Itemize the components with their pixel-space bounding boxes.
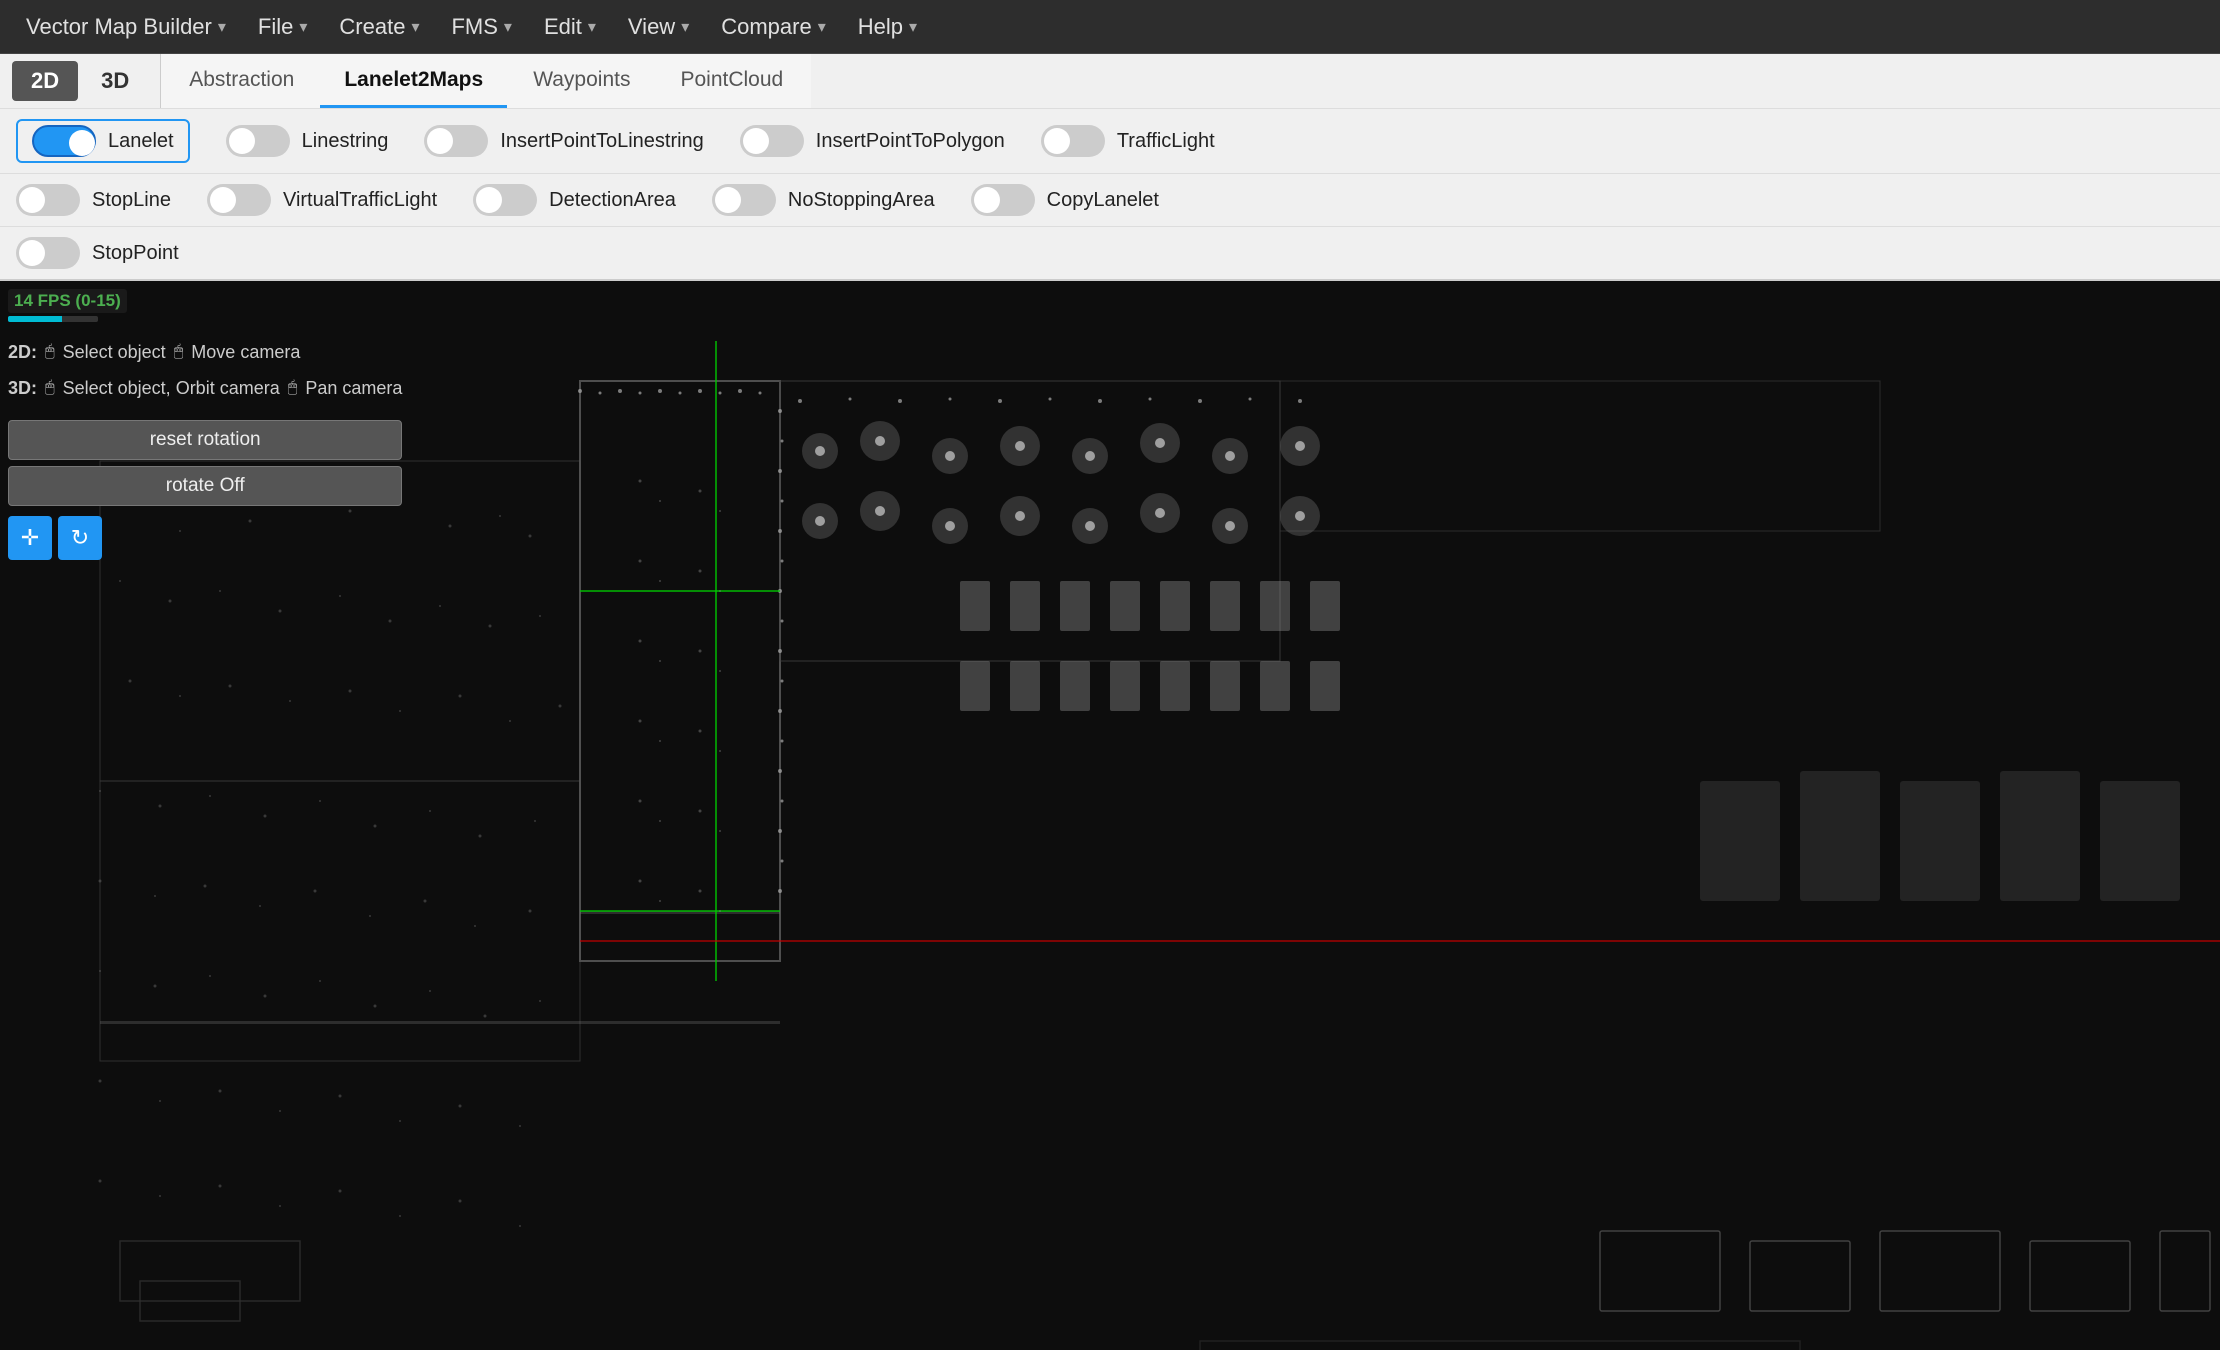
chevron-down-icon: ▾ bbox=[218, 17, 226, 37]
chevron-down-icon: ▾ bbox=[818, 17, 826, 37]
tab-abstraction[interactable]: Abstraction bbox=[165, 54, 318, 108]
menu-label-create: Create bbox=[339, 14, 405, 40]
tool-lanelet-label: Lanelet bbox=[108, 130, 174, 153]
menu-label-help: Help bbox=[858, 14, 903, 40]
menu-label-view: View bbox=[628, 14, 675, 40]
mouse-right-icon: 🖱 bbox=[174, 336, 184, 368]
menu-compare[interactable]: Compare ▾ bbox=[707, 8, 840, 46]
help-3d-right: Pan camera bbox=[305, 370, 402, 406]
tool-copy-lanelet-label: CopyLanelet bbox=[1047, 189, 1159, 212]
chevron-down-icon: ▾ bbox=[504, 17, 512, 37]
chevron-down-icon: ▾ bbox=[909, 17, 917, 37]
tool-stoppoint[interactable]: StopPoint bbox=[16, 237, 179, 269]
chevron-down-icon: ▾ bbox=[411, 17, 419, 37]
tool-stopline-label: StopLine bbox=[92, 189, 171, 212]
tool-stopline[interactable]: StopLine bbox=[16, 184, 171, 216]
tool-copy-lanelet[interactable]: CopyLanelet bbox=[971, 184, 1159, 216]
toggle-insert-point-polygon[interactable] bbox=[740, 125, 804, 157]
tools-row3: StopPoint bbox=[0, 227, 2220, 279]
help-3d-label: 3D: bbox=[8, 370, 37, 406]
icon-buttons-row: ✛ ↻ bbox=[8, 516, 402, 560]
crosshair-icon: ✛ bbox=[21, 525, 39, 551]
tool-no-stopping-area-label: NoStoppingArea bbox=[788, 189, 935, 212]
view-3d-button[interactable]: 3D bbox=[82, 61, 148, 101]
toggle-stopline[interactable] bbox=[16, 184, 80, 216]
tools-row2: StopLine VirtualTrafficLight Detec bbox=[0, 174, 2220, 227]
tool-traffic-light[interactable]: TrafficLight bbox=[1041, 125, 1215, 157]
toggle-linestring[interactable] bbox=[226, 125, 290, 157]
menu-label-edit: Edit bbox=[544, 14, 582, 40]
chevron-down-icon: ▾ bbox=[588, 17, 596, 37]
menu-edit[interactable]: Edit ▾ bbox=[530, 8, 610, 46]
mouse-left-icon: 🖱 bbox=[45, 336, 55, 368]
tool-detection-area[interactable]: DetectionArea bbox=[473, 184, 676, 216]
menu-help[interactable]: Help ▾ bbox=[844, 8, 931, 46]
help-3d-left: Select object, Orbit camera bbox=[63, 370, 280, 406]
tool-traffic-light-label: TrafficLight bbox=[1117, 130, 1215, 153]
menu-vector-map-builder[interactable]: Vector Map Builder ▾ bbox=[12, 8, 240, 46]
left-controls-overlay: 14 FPS (0-15) 2D: 🖱 Select object 🖱 Move… bbox=[8, 289, 402, 560]
tool-insert-point-polygon-label: InsertPointToPolygon bbox=[816, 130, 1005, 153]
tab-lanelet2maps[interactable]: Lanelet2Maps bbox=[320, 54, 507, 108]
chevron-down-icon: ▾ bbox=[299, 17, 307, 37]
mouse-right-icon-2: 🖱 bbox=[288, 372, 298, 404]
menu-view[interactable]: View ▾ bbox=[614, 8, 703, 46]
mouse-left-icon-2: 🖱 bbox=[45, 372, 55, 404]
tools-row1: Lanelet Linestring InsertPointToLi bbox=[0, 109, 2220, 174]
view-buttons: 2D 3D bbox=[0, 54, 161, 108]
help-2d-right: Move camera bbox=[191, 334, 300, 370]
tool-stoppoint-label: StopPoint bbox=[92, 242, 179, 265]
tool-insert-point-linestring-label: InsertPointToLinestring bbox=[500, 130, 703, 153]
help-row-2d: 2D: 🖱 Select object 🖱 Move camera bbox=[8, 334, 402, 370]
fps-indicator: 14 FPS (0-15) bbox=[8, 289, 402, 322]
toggle-traffic-light[interactable] bbox=[1041, 125, 1105, 157]
view-2d-button[interactable]: 2D bbox=[12, 61, 78, 101]
menu-label-fms: FMS bbox=[451, 14, 497, 40]
toggle-virtual-traffic-light[interactable] bbox=[207, 184, 271, 216]
tool-virtual-traffic-light[interactable]: VirtualTrafficLight bbox=[207, 184, 437, 216]
help-overlay: 2D: 🖱 Select object 🖱 Move camera 3D: 🖱 … bbox=[8, 334, 402, 406]
menu-file[interactable]: File ▾ bbox=[244, 8, 321, 46]
tool-linestring[interactable]: Linestring bbox=[226, 125, 389, 157]
move-icon-button[interactable]: ✛ bbox=[8, 516, 52, 560]
fps-bar-fill bbox=[8, 316, 62, 322]
menu-label-vmb: Vector Map Builder bbox=[26, 14, 212, 40]
help-row-3d: 3D: 🖱 Select object, Orbit camera 🖱 Pan … bbox=[8, 370, 402, 406]
rotate-icon-button[interactable]: ↻ bbox=[58, 516, 102, 560]
toggle-no-stopping-area[interactable] bbox=[712, 184, 776, 216]
tool-lanelet[interactable]: Lanelet bbox=[16, 119, 190, 163]
tab-bar: Abstraction Lanelet2Maps Waypoints Point… bbox=[161, 54, 811, 108]
menu-create[interactable]: Create ▾ bbox=[325, 8, 433, 46]
toggle-stoppoint[interactable] bbox=[16, 237, 80, 269]
panel-row1: 2D 3D Abstraction Lanelet2Maps Waypoints bbox=[0, 54, 2220, 109]
toggle-detection-area[interactable] bbox=[473, 184, 537, 216]
refresh-icon: ↻ bbox=[71, 525, 89, 551]
tool-linestring-label: Linestring bbox=[302, 130, 389, 153]
tool-insert-point-linestring[interactable]: InsertPointToLinestring bbox=[424, 125, 703, 157]
rotate-off-button[interactable]: rotate Off bbox=[8, 466, 402, 506]
menu-label-file: File bbox=[258, 14, 293, 40]
toggle-copy-lanelet[interactable] bbox=[971, 184, 1035, 216]
tool-detection-area-label: DetectionArea bbox=[549, 189, 676, 212]
menubar: Vector Map Builder ▾ File ▾ Create ▾ FMS… bbox=[0, 0, 2220, 54]
toggle-insert-point-linestring[interactable] bbox=[424, 125, 488, 157]
tool-no-stopping-area[interactable]: NoStoppingArea bbox=[712, 184, 935, 216]
viewport-area[interactable]: 14 FPS (0-15) 2D: 🖱 Select object 🖱 Move… bbox=[0, 281, 2220, 1350]
chevron-down-icon: ▾ bbox=[681, 17, 689, 37]
reset-rotation-button[interactable]: reset rotation bbox=[8, 420, 402, 460]
help-2d-label: 2D: bbox=[8, 334, 37, 370]
tab-waypoints[interactable]: Waypoints bbox=[509, 54, 654, 108]
tab-pointcloud[interactable]: PointCloud bbox=[656, 54, 807, 108]
help-2d-left: Select object bbox=[63, 334, 166, 370]
menu-fms[interactable]: FMS ▾ bbox=[437, 8, 525, 46]
panel-bar: 2D 3D Abstraction Lanelet2Maps Waypoints bbox=[0, 54, 2220, 281]
toggle-lanelet[interactable] bbox=[32, 125, 96, 157]
tool-virtual-traffic-light-label: VirtualTrafficLight bbox=[283, 189, 437, 212]
fps-badge: 14 FPS (0-15) bbox=[8, 289, 127, 313]
menu-label-compare: Compare bbox=[721, 14, 811, 40]
fps-bar bbox=[8, 316, 98, 322]
tool-insert-point-polygon[interactable]: InsertPointToPolygon bbox=[740, 125, 1005, 157]
